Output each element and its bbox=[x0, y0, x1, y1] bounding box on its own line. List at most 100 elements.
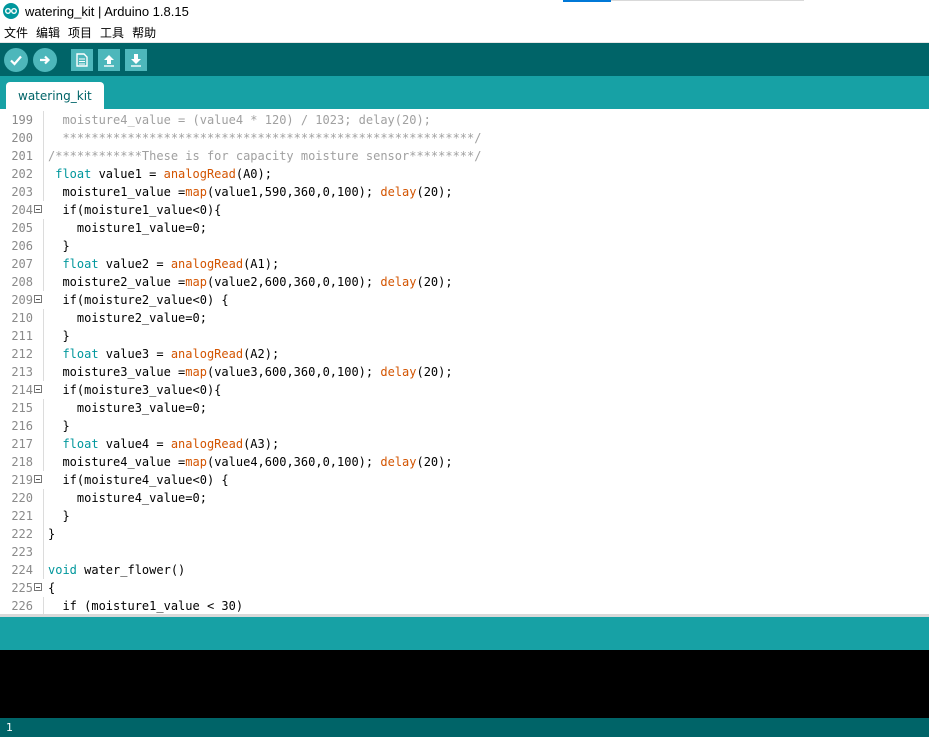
code-token: moisture4_value = bbox=[48, 455, 186, 469]
line-number: 202 bbox=[11, 167, 33, 181]
console-output[interactable] bbox=[0, 650, 929, 718]
fold-guide-line bbox=[43, 525, 44, 543]
code-line[interactable]: 222} bbox=[0, 525, 929, 543]
code-text: moisture4_value =map(value4,600,360,0,10… bbox=[48, 453, 453, 471]
code-token: value2 = bbox=[98, 257, 171, 271]
fold-guide-line bbox=[43, 345, 44, 363]
code-token: } bbox=[48, 527, 56, 541]
function-token: map bbox=[185, 455, 207, 469]
title-bar: watering_kit | Arduino 1.8.15 bbox=[0, 0, 929, 22]
code-text: } bbox=[48, 417, 70, 435]
fold-guide-line bbox=[43, 417, 44, 435]
menu-edit[interactable]: 编辑 bbox=[32, 24, 64, 41]
fold-toggle-icon[interactable] bbox=[34, 205, 42, 213]
line-number: 220 bbox=[11, 491, 33, 505]
function-token: analogRead bbox=[163, 167, 236, 181]
fold-toggle-icon[interactable] bbox=[34, 583, 42, 591]
code-text: float value1 = analogRead(A0); bbox=[48, 165, 272, 183]
code-line[interactable]: 223 bbox=[0, 543, 929, 561]
code-line[interactable]: 207 float value2 = analogRead(A1); bbox=[0, 255, 929, 273]
code-line[interactable]: 215 moisture3_value=0; bbox=[0, 399, 929, 417]
fold-toggle-icon[interactable] bbox=[34, 295, 42, 303]
code-token: (value3,600,360,0,100); bbox=[206, 365, 381, 379]
code-line[interactable]: 210 moisture2_value=0; bbox=[0, 309, 929, 327]
code-line[interactable]: 201 /************These is for capacity mo… bbox=[0, 147, 929, 165]
function-token: map bbox=[185, 185, 207, 199]
fold-guide-line bbox=[43, 129, 44, 147]
code-text: moisture1_value =map(value1,590,360,0,10… bbox=[48, 183, 453, 201]
code-line[interactable]: 211 } bbox=[0, 327, 929, 345]
fold-guide-line bbox=[43, 255, 44, 273]
code-line[interactable]: 214 if(moisture3_value<0){ bbox=[0, 381, 929, 399]
tab-watering-kit[interactable]: watering_kit bbox=[6, 82, 104, 109]
keyword-token: float bbox=[62, 437, 99, 451]
function-token: analogRead bbox=[170, 347, 244, 361]
code-line[interactable]: 219 if(moisture4_value<0) { bbox=[0, 471, 929, 489]
code-line[interactable]: 213 moisture3_value =map(value3,600,360,… bbox=[0, 363, 929, 381]
verify-button[interactable] bbox=[4, 47, 28, 72]
code-line[interactable]: 218 moisture4_value =map(value4,600,360,… bbox=[0, 453, 929, 471]
title-divider-line bbox=[611, 0, 804, 1]
menu-help[interactable]: 帮助 bbox=[128, 24, 160, 41]
fold-guide-line bbox=[43, 399, 44, 417]
code-token: value3 = bbox=[98, 347, 171, 361]
code-line[interactable]: 217 float value4 = analogRead(A3); bbox=[0, 435, 929, 453]
line-number: 201 bbox=[11, 149, 33, 163]
code-line[interactable]: 224 void water_flower() bbox=[0, 561, 929, 579]
code-line[interactable]: 202 float value1 = analogRead(A0); bbox=[0, 165, 929, 183]
code-line[interactable]: 199 moisture4_value = (value4 * 120) / 1… bbox=[0, 111, 929, 129]
code-line[interactable]: 220 moisture4_value=0; bbox=[0, 489, 929, 507]
code-token: } bbox=[48, 329, 70, 343]
code-line[interactable]: 226 if (moisture1_value < 30) bbox=[0, 597, 929, 614]
code-line[interactable]: 221 } bbox=[0, 507, 929, 525]
code-token: } bbox=[48, 239, 70, 253]
fold-guide-line bbox=[43, 507, 44, 525]
new-sketch-button[interactable] bbox=[71, 48, 93, 71]
fold-guide-line bbox=[43, 543, 44, 561]
code-line[interactable]: 216 } bbox=[0, 417, 929, 435]
code-line[interactable]: 225 { bbox=[0, 579, 929, 597]
code-line[interactable]: 205 moisture1_value=0; bbox=[0, 219, 929, 237]
code-token: (20); bbox=[416, 185, 453, 199]
fold-toggle-icon[interactable] bbox=[34, 385, 42, 393]
function-token: map bbox=[185, 365, 207, 379]
code-token: (20); bbox=[416, 455, 453, 469]
fold-guide-line bbox=[43, 363, 44, 381]
open-button[interactable] bbox=[98, 48, 120, 71]
code-line[interactable]: 212 float value3 = analogRead(A2); bbox=[0, 345, 929, 363]
code-token: moisture1_value=0; bbox=[48, 221, 207, 235]
line-number: 208 bbox=[11, 275, 33, 289]
code-line[interactable]: 200 ************************************… bbox=[0, 129, 929, 147]
code-line[interactable]: 206 } bbox=[0, 237, 929, 255]
line-number: 226 bbox=[11, 599, 33, 613]
menu-tools[interactable]: 工具 bbox=[96, 24, 128, 41]
save-button[interactable] bbox=[125, 48, 147, 71]
code-line[interactable]: 209 if(moisture2_value<0) { bbox=[0, 291, 929, 309]
menu-sketch[interactable]: 项目 bbox=[64, 24, 96, 41]
fold-guide-line bbox=[43, 597, 44, 614]
code-token: } bbox=[48, 509, 70, 523]
code-token: moisture2_value = bbox=[48, 275, 186, 289]
code-token: if(moisture4_value<0) { bbox=[48, 473, 229, 487]
line-number: 205 bbox=[11, 221, 33, 235]
menu-file[interactable]: 文件 bbox=[0, 24, 32, 41]
code-token: (20); bbox=[416, 365, 453, 379]
code-line[interactable]: 208 moisture2_value =map(value2,600,360,… bbox=[0, 273, 929, 291]
code-token: (20); bbox=[416, 275, 453, 289]
line-number: 206 bbox=[11, 239, 33, 253]
open-up-arrow-icon bbox=[104, 54, 114, 67]
code-token: } bbox=[48, 419, 70, 433]
upload-button[interactable] bbox=[33, 47, 57, 72]
code-editor[interactable]: 199 moisture4_value = (value4 * 120) / 1… bbox=[0, 109, 929, 614]
code-text: moisture2_value =map(value2,600,360,0,10… bbox=[48, 273, 453, 291]
line-number: 210 bbox=[11, 311, 33, 325]
code-text: /************These is for capacity moist… bbox=[48, 147, 481, 165]
code-text: { bbox=[48, 579, 55, 597]
code-line[interactable]: 204 if(moisture1_value<0){ bbox=[0, 201, 929, 219]
code-token: (A2); bbox=[243, 347, 280, 361]
code-line[interactable]: 203 moisture1_value =map(value1,590,360,… bbox=[0, 183, 929, 201]
line-number: 219 bbox=[11, 473, 33, 487]
fold-toggle-icon[interactable] bbox=[34, 475, 42, 483]
code-token: (A3); bbox=[243, 437, 280, 451]
function-token: analogRead bbox=[170, 437, 244, 451]
